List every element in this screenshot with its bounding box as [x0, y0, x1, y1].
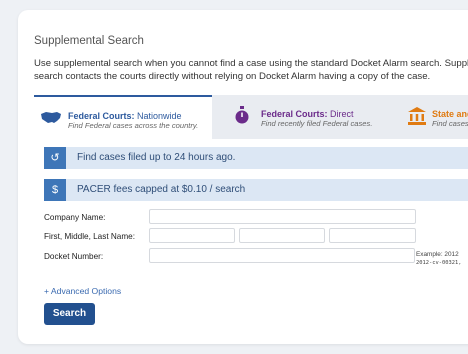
section-title: Supplemental Search [34, 35, 144, 47]
tab-state-and-local[interactable]: State and Find cases a [394, 95, 468, 139]
info-banner-pacer-fees: $ PACER fees capped at $0.10 / search [44, 179, 468, 201]
refresh-icon: ↺ [44, 147, 66, 169]
tab-federal-direct[interactable]: Federal Courts: Direct Find recently fil… [212, 95, 388, 139]
person-name-label: First, Middle, Last Name: [44, 232, 135, 241]
supplemental-search-card: Supplemental Search Use supplemental sea… [18, 10, 468, 344]
usa-map-icon [40, 110, 62, 131]
search-button[interactable]: Search [44, 303, 95, 325]
courthouse-icon [408, 107, 426, 130]
docket-number-label: Docket Number: [44, 252, 104, 261]
section-description: Use supplemental search when you cannot … [34, 58, 468, 82]
company-name-label: Company Name: [44, 213, 106, 222]
first-name-input[interactable] [149, 228, 235, 243]
last-name-input[interactable] [329, 228, 416, 243]
info-banner-24-hours: ↺ Find cases filed up to 24 hours ago. [44, 147, 468, 169]
advanced-options-link[interactable]: + Advanced Options [44, 286, 121, 296]
dollar-icon: $ [44, 179, 66, 201]
tab-federal-nationwide[interactable]: Federal Courts: Nationwide Find Federal … [34, 95, 212, 139]
docket-number-input[interactable] [149, 248, 415, 263]
docket-example-hint: Example: 2012 2012-cv-00321, [416, 251, 462, 266]
middle-name-input[interactable] [239, 228, 325, 243]
court-tabs: Federal Courts: Nationwide Find Federal … [34, 95, 468, 139]
stopwatch-icon [235, 106, 249, 129]
company-name-input[interactable] [149, 209, 416, 224]
